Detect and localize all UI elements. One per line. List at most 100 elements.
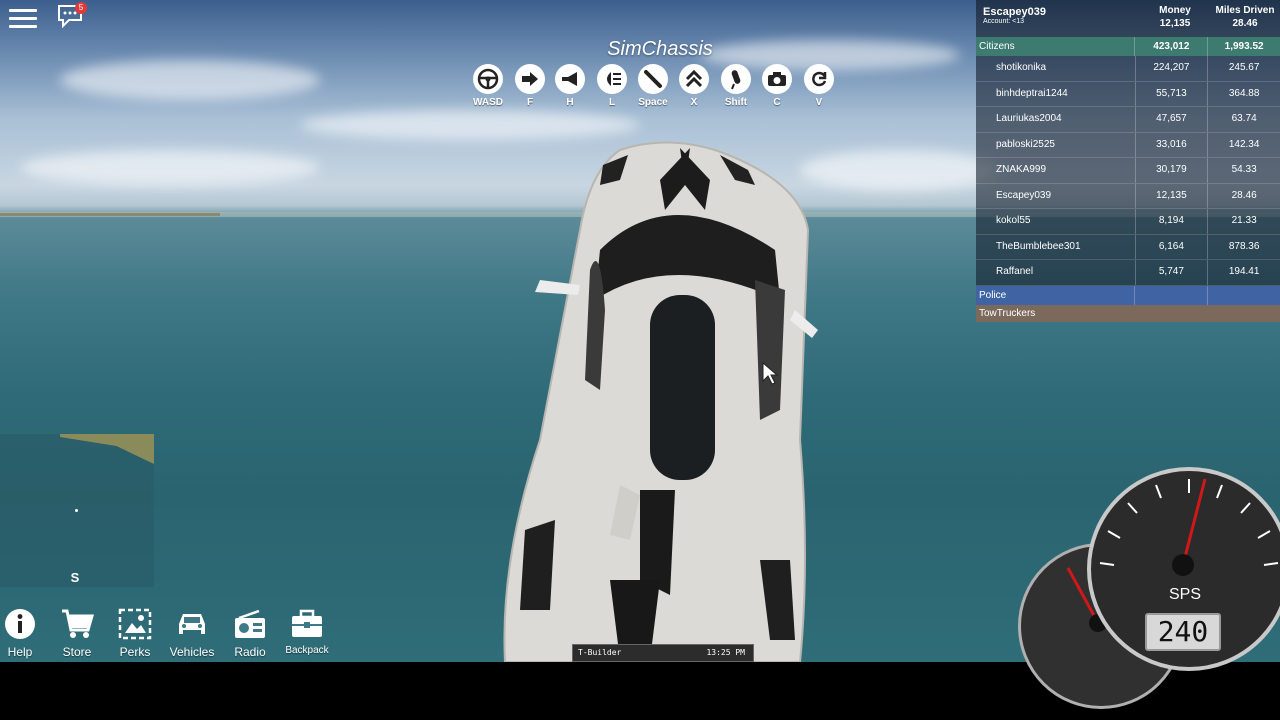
- radio-button[interactable]: Radio: [225, 606, 275, 659]
- column-header-miles: Miles Driven: [1215, 5, 1275, 16]
- control-wasd[interactable]: WASD: [471, 64, 505, 108]
- cloud: [60, 60, 320, 100]
- player-miles: 194.41: [1228, 266, 1260, 277]
- chevron-up-double-icon: [679, 64, 709, 94]
- team-money: 423,012: [1135, 37, 1209, 56]
- headlight-icon: [597, 64, 627, 94]
- player-miles: 364.88: [1228, 87, 1260, 99]
- player-row[interactable]: TheBumblebee301 6,164 878.36: [976, 234, 1280, 260]
- control-shift[interactable]: Shift: [719, 64, 753, 108]
- control-handbrake[interactable]: Space: [636, 64, 670, 108]
- simchassis-title: SimChassis: [607, 38, 713, 60]
- taskbar-app-name[interactable]: T-Builder: [578, 648, 621, 657]
- player-name: Raffanel: [976, 260, 1136, 285]
- control-x[interactable]: X: [677, 64, 711, 108]
- radio-icon: [225, 606, 275, 642]
- minimap-land: [60, 434, 154, 464]
- info-icon: [0, 606, 45, 642]
- taskbar-clock: 13:25 PM: [706, 648, 745, 657]
- player-name: Lauriukas2004: [976, 107, 1136, 132]
- player-row[interactable]: Escapey039 12,135 28.46: [976, 183, 1280, 209]
- player-name: kokol55: [976, 209, 1136, 234]
- player-miles: 878.36: [1228, 240, 1260, 252]
- player-name: ZNAKA999: [976, 158, 1136, 183]
- team-row-citizens[interactable]: Citizens 423,012 1,993.52: [976, 37, 1280, 56]
- player-money: 33,016: [1136, 132, 1209, 157]
- player-row[interactable]: kokol55 8,194 21.33: [976, 209, 1280, 235]
- car-icon: [167, 606, 217, 642]
- local-player-miles: 28.46: [1232, 18, 1258, 29]
- cloud: [800, 150, 1000, 190]
- player-money: 6,164: [1136, 234, 1209, 259]
- control-v[interactable]: V: [802, 64, 836, 108]
- player-money: 224,207: [1136, 56, 1209, 81]
- menu-icon[interactable]: [9, 6, 37, 28]
- backpack-button[interactable]: Backpack: [282, 606, 332, 656]
- minimap-player-marker: [75, 509, 78, 512]
- player-row[interactable]: ZNAKA999 30,179 54.33: [976, 158, 1280, 184]
- player-name: Escapey039: [976, 183, 1136, 208]
- tool-label: Backpack: [285, 645, 329, 656]
- team-row-towtruckers[interactable]: TowTruckers: [976, 304, 1280, 322]
- control-lights[interactable]: L: [595, 64, 629, 108]
- control-key-label: H: [566, 97, 574, 108]
- player-name: shotikonika: [976, 56, 1136, 81]
- control-key-label: F: [526, 97, 534, 108]
- team-name: TowTruckers: [979, 307, 1036, 319]
- control-key-label: C: [773, 97, 781, 108]
- control-horn[interactable]: H: [553, 64, 587, 108]
- leaderboard: Escapey039 Account: <13 Money 12,135 Mil…: [976, 0, 1280, 322]
- perks-button[interactable]: Perks: [110, 606, 160, 659]
- car: [503, 141, 818, 662]
- cloud: [20, 150, 320, 185]
- player-money: 8,194: [1136, 209, 1209, 234]
- player-miles: 63.74: [1231, 113, 1257, 124]
- player-miles: 54.33: [1231, 164, 1257, 175]
- tool-label: Help: [7, 645, 33, 659]
- sandbar: [0, 213, 220, 216]
- account-age: Account: <13: [983, 18, 1025, 25]
- mouse-cursor: [762, 362, 778, 385]
- control-key-label: Space: [638, 97, 668, 108]
- player-row[interactable]: Lauriukas2004 47,657 63.74: [976, 107, 1280, 133]
- player-name: TheBumblebee301: [976, 234, 1136, 259]
- tool-label: Perks: [119, 645, 151, 659]
- vehicles-button[interactable]: Vehicles: [167, 606, 217, 659]
- player-row[interactable]: Raffanel 5,747 194.41: [976, 260, 1280, 286]
- cloud: [300, 110, 640, 140]
- team-row-police[interactable]: Police: [976, 285, 1280, 305]
- player-money: 12,135: [1136, 183, 1209, 208]
- column-header-money: Money: [1159, 5, 1191, 16]
- player-miles: 21.33: [1231, 215, 1257, 226]
- team-name: Citizens: [976, 37, 1136, 56]
- team-miles: 1,993.52: [1224, 41, 1264, 52]
- horn-icon: [555, 64, 585, 94]
- control-key-label: X: [690, 97, 698, 108]
- player-row[interactable]: pabloski2525 33,016 142.34: [976, 132, 1280, 158]
- player-row[interactable]: shotikonika 224,207 245.67: [976, 56, 1280, 82]
- control-key-label: V: [815, 97, 823, 108]
- steering-wheel-icon: [473, 64, 503, 94]
- minimap[interactable]: S: [0, 434, 154, 587]
- player-money: 47,657: [1136, 107, 1209, 132]
- exit-arrow-icon: [515, 64, 545, 94]
- player-money: 30,179: [1136, 158, 1209, 183]
- camera-icon: [762, 64, 792, 94]
- handbrake-icon: [638, 64, 668, 94]
- control-key-label: WASD: [473, 97, 503, 108]
- chat-badge: 5: [75, 2, 87, 14]
- perks-icon: [110, 606, 160, 642]
- tool-label: Radio: [234, 645, 266, 659]
- control-key-label: Shift: [724, 97, 748, 108]
- control-camera[interactable]: C: [760, 64, 794, 108]
- player-row[interactable]: binhdeptrai1244 55,713 364.88: [976, 81, 1280, 107]
- player-money: 5,747: [1136, 260, 1209, 285]
- local-player-name[interactable]: Escapey039: [983, 6, 1046, 18]
- store-button[interactable]: Store: [52, 606, 102, 659]
- player-money: 55,713: [1136, 81, 1209, 106]
- speed-unit: SPS: [1168, 586, 1201, 603]
- player-name: pabloski2525: [976, 132, 1136, 157]
- help-button[interactable]: Help: [0, 606, 45, 659]
- control-exit[interactable]: F: [513, 64, 547, 108]
- control-key-label: L: [608, 97, 616, 108]
